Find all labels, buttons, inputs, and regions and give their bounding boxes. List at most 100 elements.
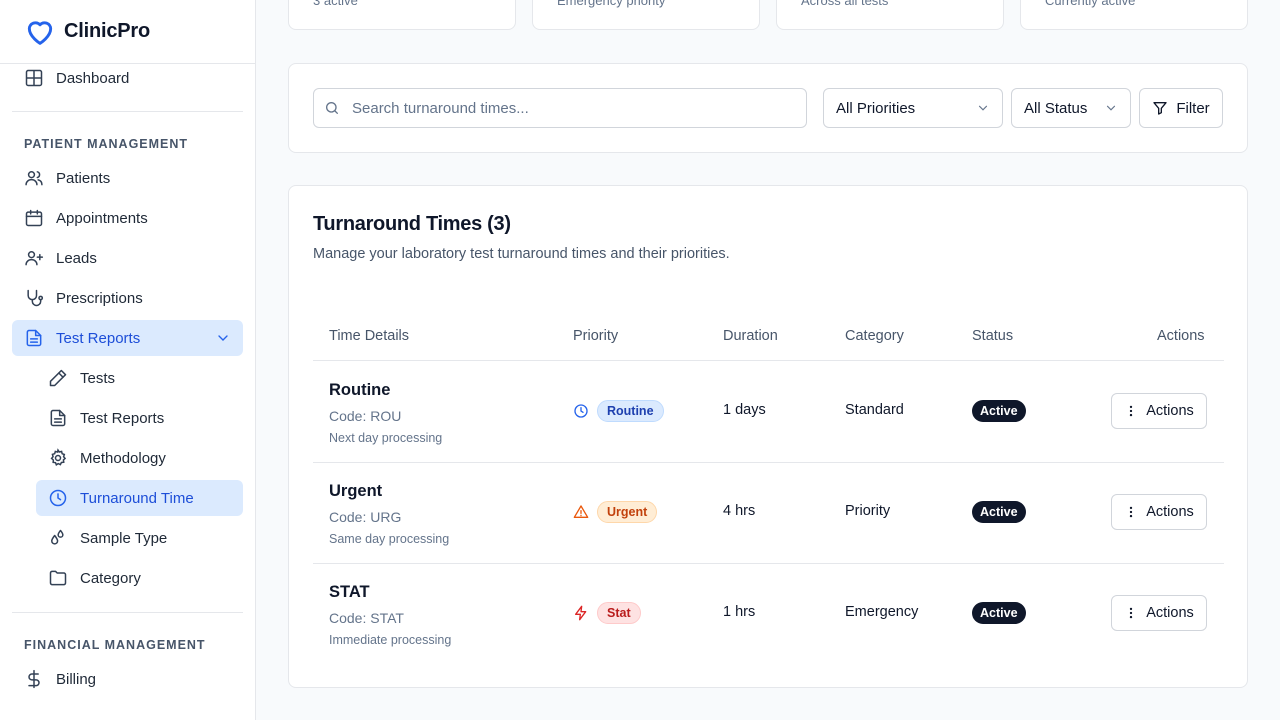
divider	[12, 111, 243, 112]
stethoscope-icon	[27, 289, 44, 307]
sidebar-item-test-reports[interactable]: Test Reports	[12, 320, 243, 356]
status-select-value: All Status	[1024, 99, 1088, 117]
more-vertical-icon	[1130, 405, 1133, 417]
row-name: Urgent	[329, 482, 383, 500]
sidebar-item-tests[interactable]: Tests	[36, 360, 243, 396]
pencil-icon	[49, 369, 67, 387]
more-vertical-icon	[1130, 506, 1133, 518]
sidebar-item-label: Prescriptions	[56, 289, 143, 307]
stat-caption: 3 active	[313, 0, 358, 8]
stat-caption: Currently active	[1045, 0, 1136, 8]
file-icon	[50, 409, 66, 427]
category-cell: Emergency	[845, 604, 919, 620]
column-header-priority: Priority	[573, 328, 619, 344]
chevron-down-icon[interactable]	[215, 330, 231, 346]
sidebar-item-label: Turnaround Time	[80, 489, 194, 507]
sidebar-item-methodology[interactable]: Methodology	[36, 440, 243, 476]
file-text-icon	[26, 329, 42, 347]
main-content: 3 active Emergency priority Across all t…	[256, 0, 1280, 720]
droplets-icon	[51, 529, 64, 545]
category-cell: Priority	[845, 503, 891, 519]
sidebar-item-label: Appointments	[56, 209, 148, 227]
priority-select-value: All Priorities	[836, 99, 916, 117]
table-row: Urgent Code: URG Same day processing Urg…	[313, 462, 1224, 563]
clock-icon	[49, 489, 67, 507]
stat-card: 3 active	[288, 0, 516, 30]
filter-icon	[1153, 102, 1167, 115]
actions-label: Actions	[1146, 504, 1194, 520]
folder-icon	[49, 570, 67, 586]
row-actions-button[interactable]: Actions	[1111, 595, 1207, 631]
chevron-down-icon	[1106, 105, 1116, 111]
user-plus-icon	[25, 251, 44, 266]
sidebar-item-label: Patients	[56, 169, 111, 187]
row-code: Code: URG	[329, 509, 402, 525]
stat-card: Emergency priority	[532, 0, 760, 30]
sidebar-item-leads[interactable]: Leads	[12, 240, 243, 276]
clock-icon	[574, 404, 588, 418]
sidebar-item-billing[interactable]: Billing	[12, 661, 243, 697]
dollar-icon	[28, 669, 40, 689]
actions-label: Actions	[1146, 605, 1194, 621]
section-label-patient: PATIENT MANAGEMENT	[24, 137, 189, 151]
search-input[interactable]	[352, 99, 792, 117]
status-select[interactable]: All Status	[1011, 88, 1131, 128]
divider	[12, 612, 243, 613]
table-row: STAT Code: STAT Immediate processing Sta…	[313, 563, 1224, 664]
row-actions-button[interactable]: Actions	[1111, 393, 1207, 429]
sidebar-item-test-reports-sub[interactable]: Test Reports	[36, 400, 243, 436]
sidebar-item-turnaround-time[interactable]: Turnaround Time	[36, 480, 243, 516]
sidebar-item-sample-type[interactable]: Sample Type	[36, 520, 243, 556]
stat-caption: Across all tests	[801, 0, 889, 8]
sidebar-item-label: Billing	[56, 670, 97, 688]
row-note: Immediate processing	[329, 633, 452, 647]
sidebar-item-patients[interactable]: Patients	[12, 160, 243, 196]
column-header-category: Category	[845, 328, 904, 344]
gear-icon	[50, 448, 67, 466]
duration-cell: 1 hrs	[723, 604, 756, 620]
sidebar-item-category[interactable]: Category	[36, 560, 243, 596]
warning-icon	[573, 505, 589, 518]
priority-select[interactable]: All Priorities	[823, 88, 1003, 128]
brand[interactable]: ClinicPro	[0, 0, 255, 64]
column-header-status: Status	[972, 328, 1014, 344]
status-badge: Active	[972, 400, 1026, 422]
priority-cell: Urgent	[573, 501, 658, 523]
priority-badge: Urgent	[597, 501, 658, 523]
users-icon	[25, 171, 43, 186]
search-box[interactable]	[313, 88, 807, 128]
sidebar: ClinicPro Dashboard PATIENT MANAGEMENT P…	[0, 0, 256, 720]
zap-icon	[575, 605, 587, 621]
filter-bar: All Priorities All Status Filter	[288, 63, 1248, 153]
turnaround-table-card: Turnaround Times (3) Manage your laborat…	[288, 185, 1248, 688]
sidebar-item-appointments[interactable]: Appointments	[12, 200, 243, 236]
filter-button[interactable]: Filter	[1139, 88, 1223, 128]
app-name: ClinicPro	[64, 20, 150, 42]
category-cell: Standard	[845, 402, 904, 418]
priority-badge: Routine	[597, 400, 664, 422]
status-badge: Active	[972, 501, 1026, 523]
priority-cell: Routine	[573, 400, 664, 422]
sidebar-item-label: Test Reports	[80, 409, 165, 427]
row-name: Routine	[329, 381, 391, 399]
sidebar-item-prescriptions[interactable]: Prescriptions	[12, 280, 243, 316]
calendar-icon	[25, 209, 43, 227]
sidebar-item-dashboard[interactable]: Dashboard	[12, 60, 243, 96]
row-code: Code: STAT	[329, 610, 404, 626]
sidebar-item-label: Sample Type	[80, 529, 168, 547]
priority-badge: Stat	[597, 602, 641, 624]
table-description: Manage your laboratory test turnaround t…	[313, 246, 730, 262]
sidebar-item-label: Tests	[80, 369, 116, 387]
actions-label: Actions	[1146, 403, 1194, 419]
sidebar-item-label: Category	[80, 569, 141, 587]
row-actions-button[interactable]: Actions	[1111, 494, 1207, 530]
chevron-down-icon	[978, 105, 988, 111]
sidebar-item-label: Dashboard	[56, 69, 130, 87]
row-name: STAT	[329, 583, 370, 601]
table-row: Routine Code: ROU Next day processing Ro…	[313, 361, 1224, 462]
more-vertical-icon	[1130, 607, 1133, 619]
priority-cell: Stat	[573, 602, 641, 624]
status-badge: Active	[972, 602, 1026, 624]
row-note: Next day processing	[329, 431, 443, 445]
column-header-details: Time Details	[329, 328, 410, 344]
